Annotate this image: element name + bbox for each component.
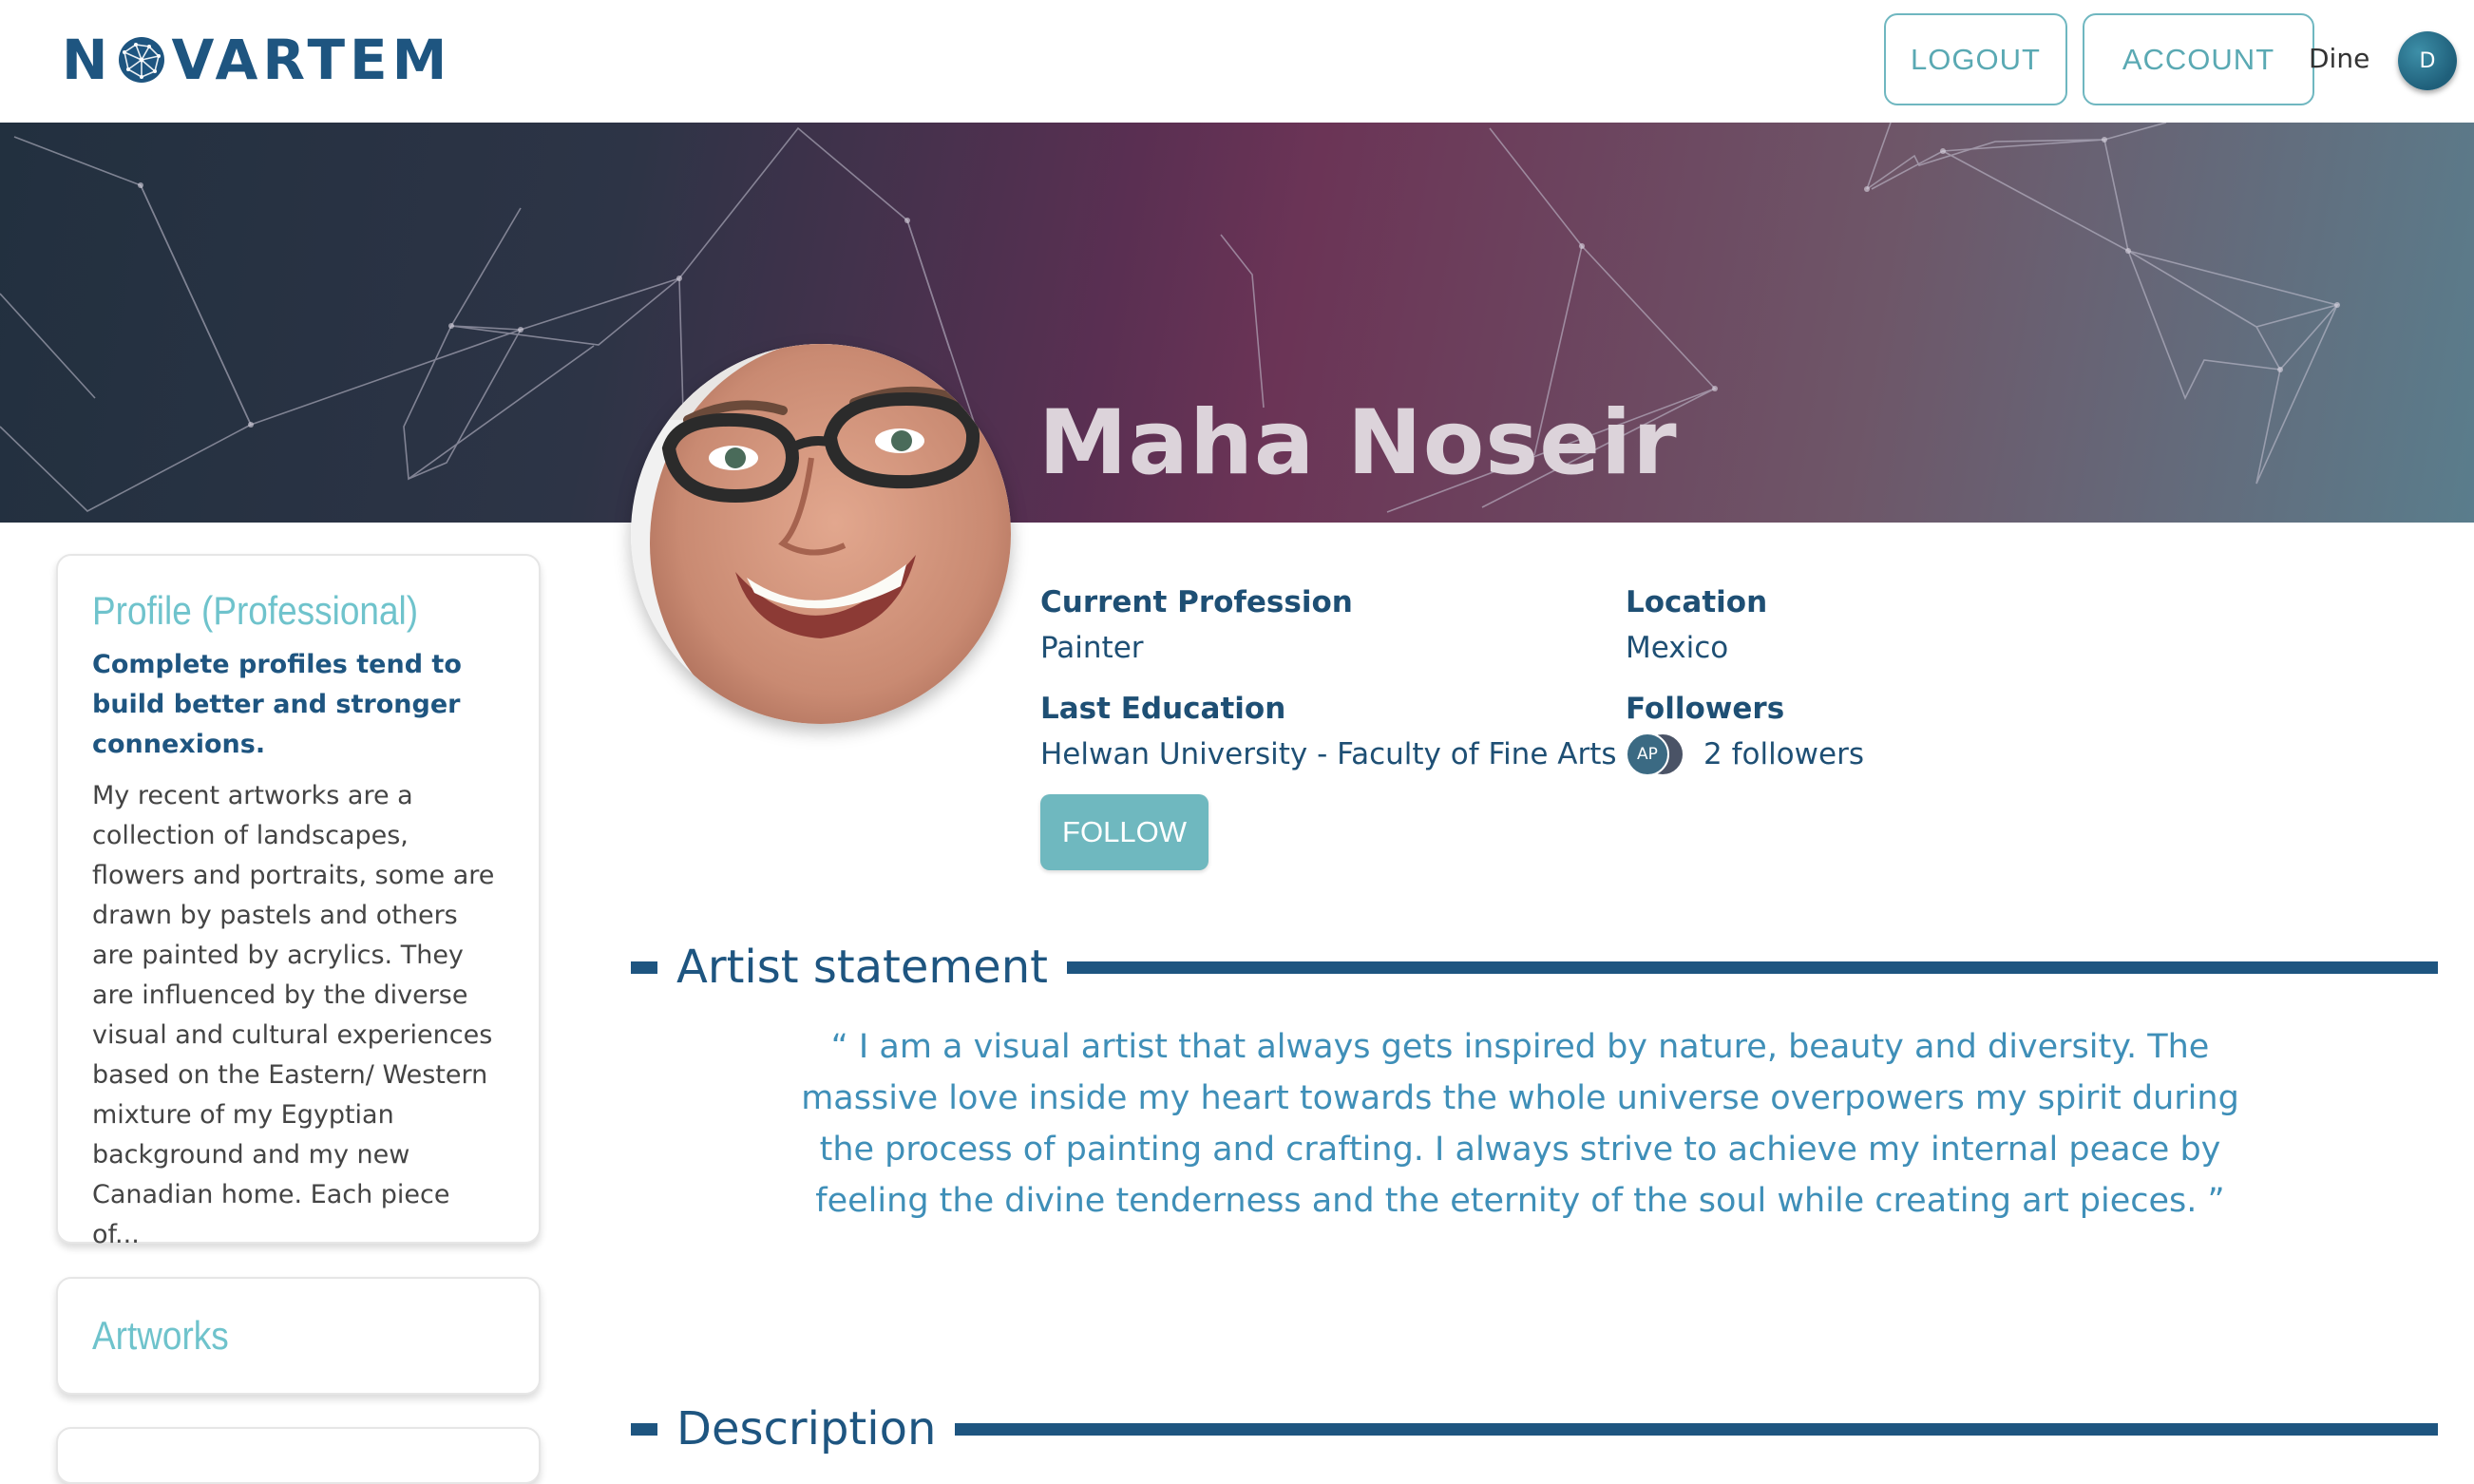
top-navigation-bar: N VARTEM LOGOUT ACCOUNT Dine D	[25, 0, 2474, 123]
heading-rule	[1066, 961, 2438, 974]
follower-avatar[interactable]: AP	[1626, 732, 1669, 776]
logout-button[interactable]: LOGOUT	[1884, 13, 2067, 105]
artworks-card[interactable]: Artworks	[56, 1277, 541, 1395]
account-button[interactable]: ACCOUNT	[2083, 13, 2314, 105]
location-label: Location	[1626, 585, 1768, 619]
heading-dash	[631, 1422, 657, 1436]
follow-button[interactable]: FOLLOW	[1040, 794, 1208, 870]
artist-statement-heading: Artist statement	[631, 941, 2438, 994]
artist-statement-title: Artist statement	[676, 941, 1048, 994]
profile-name: Maha Noseir	[1038, 391, 1678, 495]
profile-card-bio: My recent artworks are a collection of l…	[92, 781, 495, 1249]
heading-dash	[631, 961, 657, 974]
sidebar-next-card[interactable]	[56, 1427, 541, 1484]
current-profession-value: Painter	[1040, 631, 1144, 665]
followers-label: Followers	[1626, 692, 1785, 726]
heading-rule	[955, 1422, 2438, 1436]
description-heading: Description	[631, 1402, 2438, 1455]
artist-statement-text: “ I am a visual artist that always gets …	[801, 1028, 2239, 1220]
user-avatar[interactable]: D	[2398, 31, 2457, 90]
current-user-name[interactable]: Dine	[2309, 43, 2369, 74]
location-value: Mexico	[1626, 631, 1729, 665]
last-education-value: Helwan University - Faculty of Fine Arts	[1040, 737, 1617, 771]
globe-network-icon	[118, 37, 164, 83]
followers-count[interactable]: 2 followers	[1703, 737, 1864, 771]
last-education-label: Last Education	[1040, 692, 1286, 726]
description-title: Description	[676, 1402, 937, 1455]
profile-summary-card[interactable]: Profile (Professional) Complete profiles…	[56, 554, 541, 1249]
profile-photo	[631, 344, 1011, 724]
novartem-logo[interactable]: N VARTEM	[62, 30, 451, 89]
current-profession-label: Current Profession	[1040, 585, 1353, 619]
profile-card-subtitle: Complete profiles tend to build better a…	[92, 650, 462, 759]
logo-wordmark: N VARTEM	[62, 28, 452, 92]
profile-card-title[interactable]: Profile (Professional)	[92, 588, 455, 634]
artworks-card-title[interactable]: Artworks	[92, 1313, 229, 1359]
followers-list[interactable]: AP 2 followers	[1626, 732, 1864, 776]
